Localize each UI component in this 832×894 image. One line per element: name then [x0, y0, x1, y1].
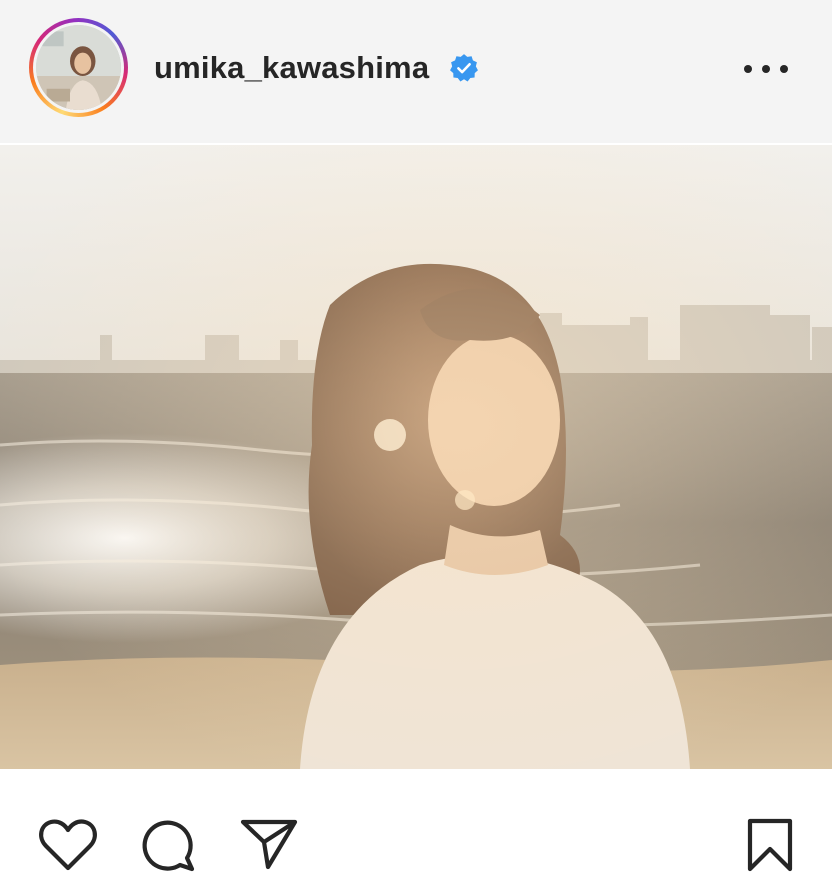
more-dot-icon: [762, 65, 770, 73]
bookmark-icon[interactable]: [746, 818, 794, 872]
verified-badge-icon: [450, 54, 478, 82]
post-photo[interactable]: [0, 145, 832, 769]
heart-icon[interactable]: [38, 818, 98, 872]
comment-icon[interactable]: [140, 817, 196, 873]
more-dot-icon: [744, 65, 752, 73]
paper-plane-icon[interactable]: [240, 818, 298, 870]
avatar-photo: [36, 25, 121, 110]
action-bar: [0, 769, 832, 894]
more-options-button[interactable]: [744, 58, 788, 80]
more-dot-icon: [780, 65, 788, 73]
post-header: umika_kawashima: [0, 0, 832, 143]
avatar: [36, 25, 121, 110]
story-ring-avatar[interactable]: [29, 18, 128, 117]
username[interactable]: umika_kawashima: [154, 50, 429, 86]
beach-portrait-image: [0, 145, 832, 769]
avatar-gap: [33, 22, 124, 113]
